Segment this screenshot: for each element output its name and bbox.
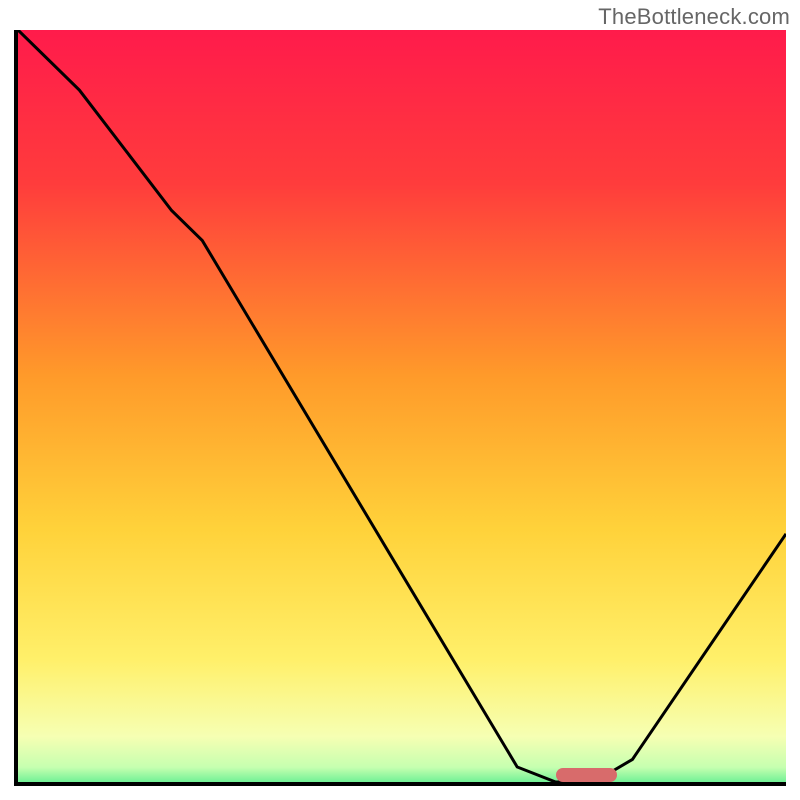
- optimal-marker: [556, 768, 617, 782]
- curve-layer: [18, 30, 786, 782]
- chart-stage: TheBottleneck.com: [0, 0, 800, 800]
- watermark-text: TheBottleneck.com: [598, 4, 790, 30]
- bottleneck-curve: [18, 30, 786, 782]
- plot-area: [14, 30, 786, 786]
